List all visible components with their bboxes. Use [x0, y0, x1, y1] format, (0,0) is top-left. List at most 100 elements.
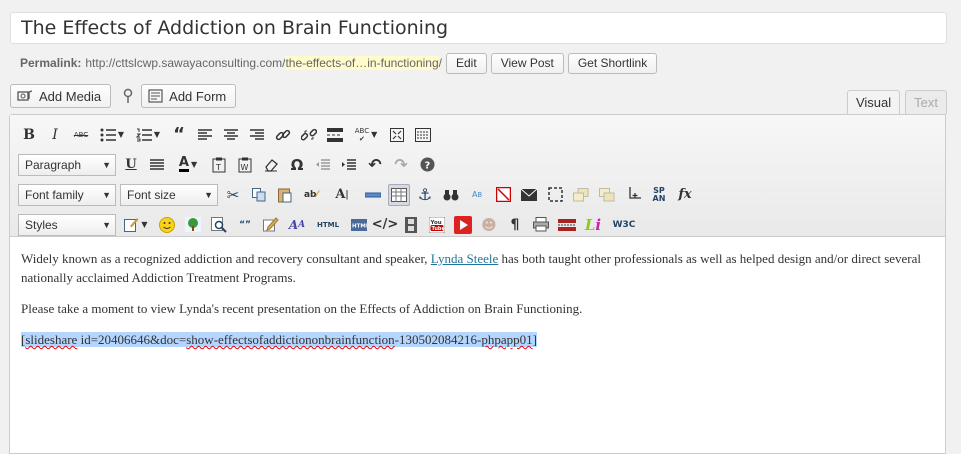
paste-word-button[interactable]: W: [234, 154, 256, 176]
strikethrough-button[interactable]: ABC: [70, 124, 92, 146]
lynda-steele-link[interactable]: Lynda Steele: [431, 251, 499, 266]
insert-video-button[interactable]: [400, 214, 422, 236]
underline-button[interactable]: U: [120, 154, 142, 176]
unlink-button[interactable]: [298, 124, 320, 146]
styles-select[interactable]: Styles ▼: [18, 213, 116, 236]
paste-text-button[interactable]: T: [208, 154, 230, 176]
undo-button[interactable]: ↶: [364, 154, 386, 176]
preview-button[interactable]: [208, 214, 230, 236]
outdent-button[interactable]: [312, 154, 334, 176]
insert-layer-button[interactable]: [622, 184, 644, 206]
post-title-input[interactable]: [10, 12, 947, 44]
replace-button[interactable]: AB: [466, 184, 488, 206]
help-icon: ?: [420, 157, 434, 172]
cut-button[interactable]: ✂: [222, 184, 244, 206]
formula-button[interactable]: fx: [674, 184, 696, 206]
play-media-button[interactable]: [452, 214, 474, 236]
svg-text:T: T: [215, 163, 221, 172]
svg-text:HTML: HTML: [352, 223, 367, 229]
permalink-slug[interactable]: the-effects-of…in-functioning: [285, 56, 439, 70]
map-pin-icon[interactable]: [123, 88, 133, 104]
edit-permalink-button[interactable]: Edit: [446, 52, 487, 74]
clear-formatting-button[interactable]: [260, 154, 282, 176]
insert-html-button[interactable]: HTML: [348, 214, 370, 236]
insert-image-button[interactable]: [182, 214, 204, 236]
add-media-button[interactable]: Add Media: [10, 84, 112, 108]
eraser-icon: [265, 158, 278, 172]
spellcheck-icon: ABC ✔: [354, 126, 370, 143]
printer-icon: [533, 217, 549, 232]
blockquote-button[interactable]: “: [168, 124, 190, 146]
align-left-button[interactable]: [194, 124, 216, 146]
numbered-list-button[interactable]: ▼: [132, 124, 164, 146]
add-form-button[interactable]: Add Form: [141, 84, 237, 108]
spellcheck-button[interactable]: ABC ✔ ▼: [350, 124, 382, 146]
youtube-button[interactable]: You Tube: [426, 214, 448, 236]
align-right-button[interactable]: [246, 124, 268, 146]
edit-attributes-button[interactable]: ▼: [120, 214, 152, 236]
font-family-select[interactable]: Font family ▼: [18, 183, 116, 206]
editor-content[interactable]: Widely known as a recognized addiction a…: [10, 237, 945, 373]
email-button[interactable]: [518, 184, 540, 206]
align-right-icon: [250, 128, 264, 140]
table-icon: [391, 187, 407, 202]
redo-button[interactable]: ↷: [390, 154, 412, 176]
insert-more-button[interactable]: [324, 124, 346, 146]
link-icon: [275, 129, 291, 140]
bold-button[interactable]: B: [18, 124, 40, 146]
outdent-icon: [316, 158, 330, 170]
anchor-button[interactable]: ⚓: [414, 184, 436, 206]
unlink-icon: [301, 128, 317, 140]
search-button[interactable]: [440, 184, 462, 206]
find-replace-text-button[interactable]: ab ⁄: [300, 184, 322, 206]
table-button[interactable]: [388, 183, 410, 206]
help-button[interactable]: ?: [416, 154, 438, 176]
format-select[interactable]: Paragraph ▼: [18, 153, 116, 176]
tab-visual[interactable]: Visual: [846, 90, 901, 114]
paste-button[interactable]: [274, 184, 296, 206]
bullet-list-button[interactable]: ▼: [96, 124, 128, 146]
show-blocks-button[interactable]: ¶: [504, 214, 526, 236]
indent-icon: [342, 158, 356, 170]
no-break-icon: [495, 187, 511, 202]
w3c-validate-button[interactable]: W3C: [608, 214, 640, 236]
no-break-button[interactable]: [492, 184, 514, 206]
layer-forward-button[interactable]: [570, 184, 592, 206]
acronym-button[interactable]: AA: [286, 214, 308, 236]
code-button[interactable]: </>: [372, 214, 399, 236]
kitchen-sink-button[interactable]: [412, 124, 434, 146]
styleprops-button[interactable]: A |: [326, 184, 358, 206]
text-color-button[interactable]: A ▼: [172, 154, 204, 176]
get-shortlink-button[interactable]: Get Shortlink: [567, 52, 658, 74]
print-button[interactable]: [530, 214, 552, 236]
layer-insert-button[interactable]: [544, 184, 566, 206]
abbreviation-button[interactable]: [260, 214, 282, 236]
html-source-button[interactable]: HTML: [312, 214, 344, 236]
special-character-button[interactable]: Ω: [286, 154, 308, 176]
indent-button[interactable]: [338, 154, 360, 176]
tab-text[interactable]: Text: [905, 90, 947, 114]
fullscreen-button[interactable]: [386, 124, 408, 146]
editor-toolbar: B I ABC ▼ ▼ “ ABC✔▼ Paragraph▼ U A▼: [10, 115, 945, 237]
horizontal-rule-button[interactable]: [362, 184, 384, 206]
span-button[interactable]: SP AN: [648, 184, 670, 206]
content-paragraph-2: Please take a moment to view Lynda's rec…: [21, 301, 583, 316]
justify-icon: [150, 158, 164, 170]
font-size-select[interactable]: Font size ▼: [120, 183, 218, 206]
page-break-button[interactable]: [556, 214, 578, 236]
justify-button[interactable]: [146, 154, 168, 176]
italic-button[interactable]: I: [44, 124, 66, 146]
chevron-down-icon: ▼: [102, 219, 111, 230]
cite-button[interactable]: “”: [234, 214, 256, 236]
view-post-button[interactable]: View Post: [490, 52, 564, 74]
insert-link-button[interactable]: [272, 124, 294, 146]
chevron-down-icon: ▼: [117, 130, 125, 139]
page-break-icon: [558, 218, 576, 231]
form-icon: [148, 89, 163, 103]
insert-list-item-button[interactable]: Li: [582, 214, 604, 236]
copy-button[interactable]: [248, 184, 270, 206]
emoticons-button[interactable]: [156, 214, 178, 236]
insert-person-button[interactable]: ☻: [478, 214, 500, 236]
align-center-button[interactable]: [220, 124, 242, 146]
layer-backward-button[interactable]: [596, 184, 618, 206]
